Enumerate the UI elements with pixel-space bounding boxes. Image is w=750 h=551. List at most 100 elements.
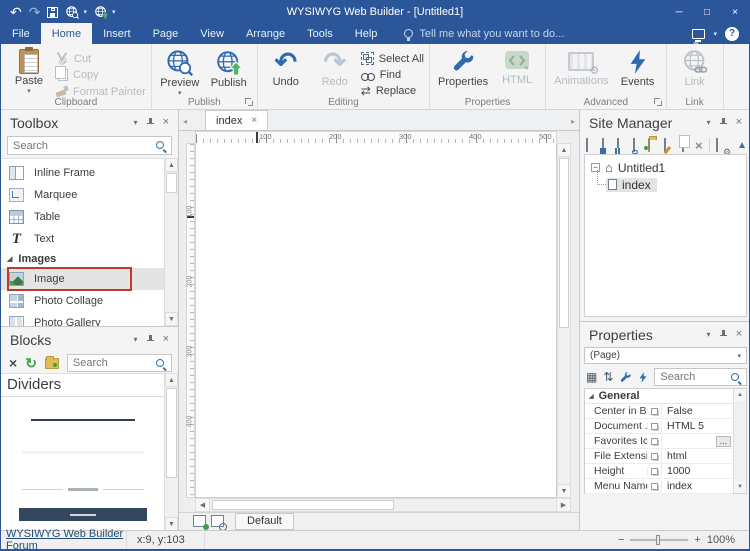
tab-page[interactable]: Page bbox=[142, 23, 190, 44]
animations-button[interactable]: ⚙ Animations bbox=[551, 47, 611, 96]
property-row-favorites-icon[interactable]: Favorites Ic... ... bbox=[585, 434, 733, 449]
properties-close-icon[interactable]: × bbox=[736, 329, 742, 340]
toolbox-close-icon[interactable]: × bbox=[163, 117, 169, 128]
object-selector[interactable]: (Page) ▾ bbox=[584, 347, 747, 364]
zoom-in-icon[interactable]: + bbox=[694, 534, 700, 546]
sort-az-icon[interactable]: ⇅ bbox=[603, 371, 613, 383]
select-all-button[interactable]: Select All bbox=[361, 52, 424, 65]
preview-icon[interactable] bbox=[65, 5, 79, 19]
new-folder-icon[interactable] bbox=[648, 139, 660, 152]
events-lightning-icon[interactable] bbox=[638, 371, 648, 384]
blocks-menu-icon[interactable]: ▾ bbox=[134, 336, 138, 344]
tab-close-icon[interactable]: × bbox=[251, 115, 257, 126]
folder-icon[interactable] bbox=[45, 358, 59, 369]
html-button[interactable]: HTML bbox=[494, 47, 540, 96]
search-icon[interactable] bbox=[731, 373, 742, 384]
toolbox-section-images[interactable]: ◢ Images bbox=[1, 250, 164, 268]
divider-block-line[interactable] bbox=[31, 419, 135, 421]
categorized-view-icon[interactable]: ▦ bbox=[586, 371, 597, 383]
events-button[interactable]: Events bbox=[615, 47, 661, 96]
link-button[interactable]: Link bbox=[672, 47, 718, 96]
toolbox-item-text[interactable]: T Text bbox=[1, 228, 164, 250]
replace-button[interactable]: ⇄ Replace bbox=[361, 85, 424, 97]
zoom-out-icon[interactable]: − bbox=[618, 534, 624, 546]
style-settings-icon[interactable] bbox=[211, 515, 224, 527]
find-button[interactable]: Find bbox=[361, 69, 424, 81]
minimize-button[interactable]: ─ bbox=[665, 1, 693, 23]
divider-block-bar[interactable] bbox=[19, 508, 147, 521]
maximize-button[interactable]: □ bbox=[693, 1, 721, 23]
tab-scroll-left-icon[interactable]: ◂ bbox=[179, 117, 191, 130]
property-row-center-in-browser[interactable]: Center in B... False bbox=[585, 404, 733, 419]
site-manager-close-icon[interactable]: × bbox=[736, 117, 742, 128]
browse-button[interactable]: ... bbox=[716, 436, 731, 447]
toolbox-menu-icon[interactable]: ▾ bbox=[134, 119, 138, 127]
divider-block-faint[interactable] bbox=[22, 451, 144, 454]
tellme-box[interactable]: Tell me what you want to do... bbox=[404, 28, 564, 40]
toolbox-item-inline-frame[interactable]: Inline Frame bbox=[1, 162, 164, 184]
undo-button[interactable]: ↶ Undo bbox=[263, 47, 309, 96]
properties-section-general[interactable]: ◢ General bbox=[585, 389, 733, 404]
add-style-icon[interactable] bbox=[193, 515, 206, 527]
toolbox-pin-icon[interactable] bbox=[146, 118, 155, 128]
scroll-right-icon[interactable]: ▶ bbox=[556, 499, 570, 511]
tab-tools[interactable]: Tools bbox=[296, 23, 344, 44]
search-icon[interactable] bbox=[156, 359, 167, 370]
qat-customize-icon[interactable]: ▾ bbox=[112, 8, 116, 16]
new-html-page-icon[interactable] bbox=[602, 139, 614, 152]
canvas-horizontal-scrollbar[interactable]: ◀ ▶ bbox=[195, 498, 571, 512]
property-row-file-extension[interactable]: File Extensi... html bbox=[585, 449, 733, 464]
page-template-icon[interactable] bbox=[617, 139, 629, 152]
search-icon[interactable] bbox=[156, 141, 167, 152]
preview-button[interactable]: Preview ▾ bbox=[157, 47, 203, 96]
toolbox-item-table[interactable]: Table bbox=[1, 206, 164, 228]
tab-file[interactable]: File bbox=[1, 23, 41, 44]
site-manager-menu-icon[interactable]: ▾ bbox=[707, 119, 711, 127]
tab-home[interactable]: Home bbox=[41, 23, 92, 44]
display-mode-dropdown-icon[interactable]: ▾ bbox=[713, 30, 717, 38]
tab-arrange[interactable]: Arrange bbox=[235, 23, 296, 44]
page-properties-icon[interactable]: ⚙ bbox=[716, 139, 728, 152]
preview-dropdown-icon[interactable]: ▾ bbox=[83, 8, 87, 16]
design-canvas[interactable] bbox=[195, 143, 557, 498]
close-button[interactable]: × bbox=[721, 1, 749, 23]
delete-page-icon[interactable]: × bbox=[695, 139, 703, 152]
scroll-down-icon[interactable]: ▼ bbox=[165, 312, 178, 326]
redo-icon[interactable]: ↷ bbox=[29, 5, 41, 19]
canvas-vertical-scrollbar[interactable]: ▲ ▼ bbox=[557, 143, 571, 498]
toolbox-item-marquee[interactable]: Marquee bbox=[1, 184, 164, 206]
display-mode-icon[interactable] bbox=[692, 29, 705, 39]
toolbox-scrollbar[interactable]: ▲ ▼ bbox=[164, 158, 178, 326]
tab-view[interactable]: View bbox=[189, 23, 235, 44]
scroll-down-icon[interactable]: ▼ bbox=[558, 484, 570, 497]
tree-node-page-index[interactable]: index bbox=[606, 176, 746, 193]
cut-button[interactable]: Cut bbox=[55, 52, 146, 65]
refresh-icon[interactable]: ↻ bbox=[25, 356, 37, 370]
properties-pin-icon[interactable] bbox=[719, 330, 728, 340]
clone-page-icon[interactable] bbox=[633, 139, 645, 152]
property-row-menu-name[interactable]: Menu Name index bbox=[585, 479, 733, 494]
tab-help[interactable]: Help bbox=[344, 23, 389, 44]
blocks-scrollbar[interactable]: ▲ ▼ bbox=[164, 373, 178, 531]
tree-node-site[interactable]: − ⌂ Untitled1 bbox=[591, 159, 746, 176]
undo-icon[interactable]: ↶ bbox=[10, 5, 22, 19]
blocks-close-icon[interactable]: × bbox=[163, 334, 169, 345]
properties-scrollbar[interactable]: ▲ ▼ bbox=[733, 389, 746, 493]
tab-insert[interactable]: Insert bbox=[92, 23, 142, 44]
scroll-down-icon[interactable]: ▼ bbox=[734, 481, 746, 493]
properties-button[interactable]: Properties bbox=[435, 47, 491, 96]
forum-link[interactable]: WYSIWYG Web Builder Forum bbox=[1, 531, 127, 549]
scroll-up-icon[interactable]: ▲ bbox=[165, 158, 178, 172]
copy-page-icon[interactable] bbox=[679, 139, 691, 152]
publish-button[interactable]: Publish bbox=[206, 47, 252, 96]
blocks-clear-icon[interactable]: × bbox=[9, 356, 17, 370]
blocks-section-dividers[interactable]: Dividers bbox=[1, 374, 164, 397]
new-page-icon[interactable] bbox=[586, 139, 598, 152]
properties-menu-icon[interactable]: ▾ bbox=[707, 331, 711, 339]
copy-button[interactable]: Copy bbox=[55, 69, 146, 81]
document-tab-index[interactable]: index × bbox=[205, 110, 268, 130]
scroll-down-icon[interactable]: ▼ bbox=[165, 517, 178, 531]
tab-scroll-right-icon[interactable]: ▸ bbox=[567, 117, 579, 130]
property-row-document-type[interactable]: Document ... HTML 5 bbox=[585, 419, 733, 434]
divider-block-with-text[interactable] bbox=[22, 488, 144, 491]
